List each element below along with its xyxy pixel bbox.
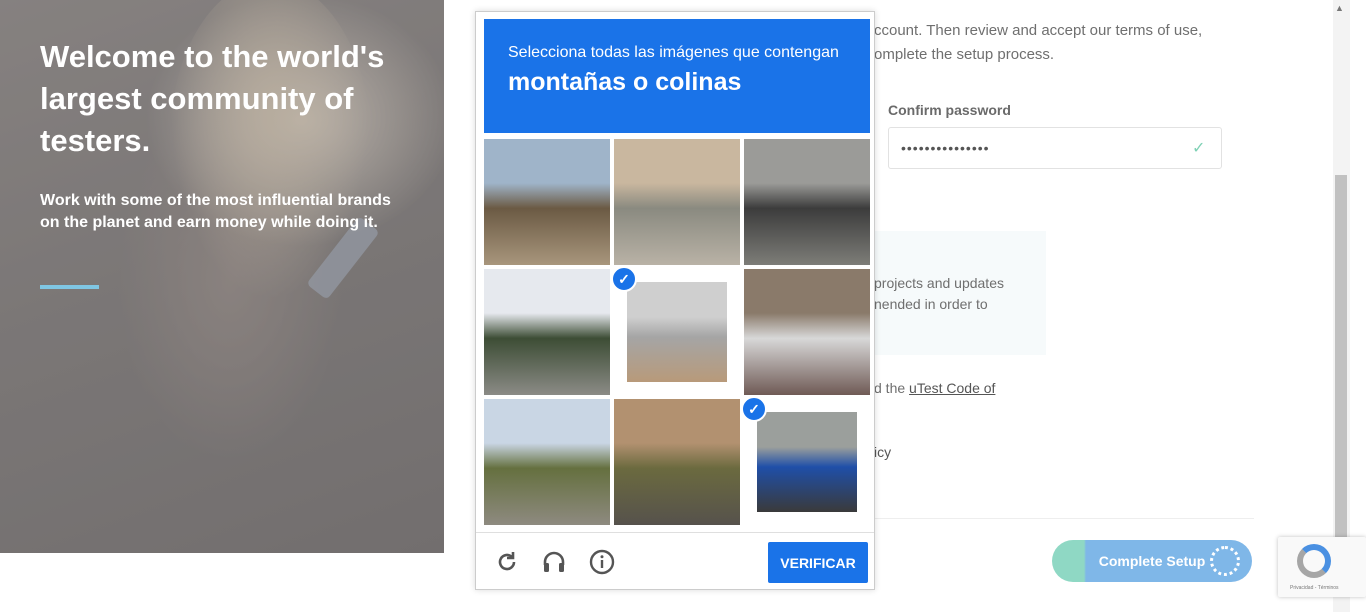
selected-check-icon: ✓ <box>611 266 637 292</box>
tile-image <box>744 269 870 395</box>
privacy-policy-link[interactable]: icy <box>874 440 891 464</box>
tile-palm-trees[interactable] <box>484 269 610 395</box>
captcha-target: montañas o colinas <box>508 68 742 96</box>
recaptcha-badge-text[interactable]: Privacidad - Términos <box>1290 585 1339 591</box>
scroll-up-arrow-icon[interactable]: ▲ <box>1335 3 1344 13</box>
selected-check-icon: ✓ <box>741 396 767 422</box>
code-of-conduct-prefix: d the <box>874 380 910 396</box>
tile-motorcycle[interactable] <box>744 139 870 265</box>
code-of-conduct-text: d the uTest Code of <box>874 376 995 400</box>
tile-road-hillside[interactable] <box>614 399 740 525</box>
recaptcha-logo-icon <box>1297 544 1331 578</box>
password-valid-check-icon: ✓ <box>1192 140 1206 157</box>
tile-image <box>484 269 610 395</box>
captcha-dialog: Selecciona todas las imágenes que conten… <box>475 11 875 590</box>
hero-subtitle: Work with some of the most influential b… <box>40 192 391 231</box>
tile-image <box>614 399 740 525</box>
hero-title: Welcome to the world's largest community… <box>40 39 385 158</box>
tile-image <box>484 399 610 525</box>
code-of-conduct-link[interactable]: uTest Code of <box>909 380 995 396</box>
captcha-footer-divider <box>476 532 874 533</box>
confirm-password-label: Confirm password <box>888 102 1011 118</box>
tile-image <box>614 139 740 265</box>
verify-button[interactable]: VERIFICAR <box>768 542 868 583</box>
info-icon[interactable] <box>589 549 615 575</box>
loading-spinner-icon <box>1210 546 1240 576</box>
tile-image <box>757 412 857 512</box>
tile-road-valley[interactable] <box>484 399 610 525</box>
captcha-header: Selecciona todas las imágenes que conten… <box>484 19 870 133</box>
captcha-instruction: Selecciona todas las imágenes que conten… <box>508 44 839 61</box>
hero-divider <box>40 285 99 289</box>
reload-icon[interactable] <box>494 549 520 575</box>
tile-image <box>484 139 610 265</box>
form-footer-divider <box>874 518 1254 519</box>
form-intro-line-1: ccount. Then review and accept our terms… <box>874 22 1203 39</box>
form-intro-line-2: omplete the setup process. <box>874 46 1055 63</box>
tile-street-building[interactable] <box>614 139 740 265</box>
audio-icon[interactable] <box>541 549 567 575</box>
scrollbar-thumb[interactable] <box>1335 175 1347 540</box>
tile-image <box>627 282 727 382</box>
tile-image <box>744 139 870 265</box>
info-text-line-2: nended in order to <box>874 296 988 312</box>
confirm-password-input[interactable]: ••••••••••••••• <box>888 127 1222 169</box>
tile-desert-hill[interactable] <box>484 139 610 265</box>
tile-stairs-bush[interactable] <box>744 269 870 395</box>
